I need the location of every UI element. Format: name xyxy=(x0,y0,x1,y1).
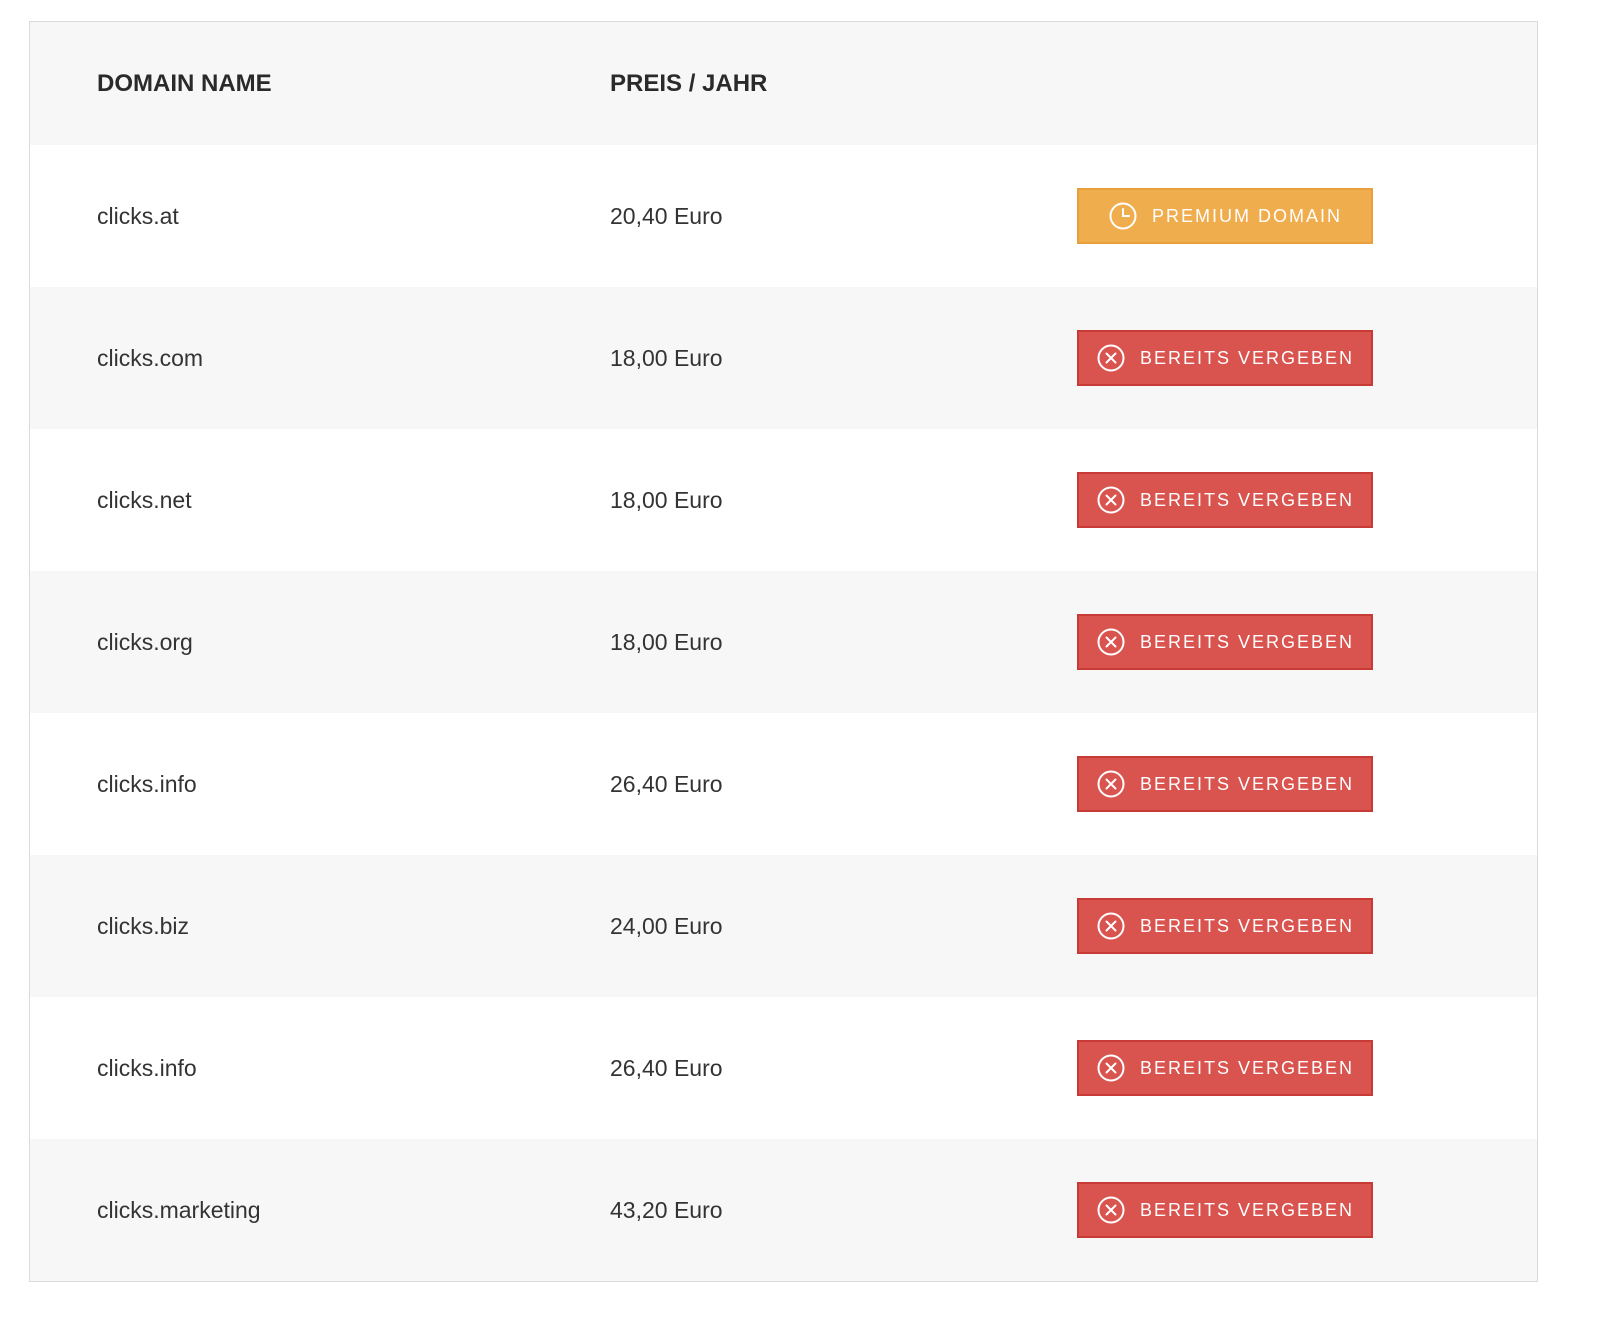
column-header-domain: DOMAIN NAME xyxy=(97,70,272,97)
x-circle-icon xyxy=(1096,1195,1126,1225)
already-taken-button[interactable]: BEREITS VERGEBEN xyxy=(1077,330,1373,386)
price-cell: 18,00 Euro xyxy=(610,629,723,655)
table-row: clicks.info 26,40 Euro BEREITS VERGEBEN xyxy=(30,713,1537,855)
x-circle-icon xyxy=(1096,343,1126,373)
x-circle-icon xyxy=(1096,911,1126,941)
domain-table: DOMAIN NAME PREIS / JAHR clicks.at 20,40 … xyxy=(29,21,1538,1282)
column-header-price: PREIS / JAHR xyxy=(610,70,768,97)
status-label: BEREITS VERGEBEN xyxy=(1139,631,1355,652)
price-cell: 26,40 Euro xyxy=(610,1055,723,1081)
already-taken-button[interactable]: BEREITS VERGEBEN xyxy=(1077,756,1373,812)
table-row: clicks.com 18,00 Euro BEREITS VERGEBEN xyxy=(30,287,1537,429)
table-row: clicks.at 20,40 Euro PREMIUM DOMAIN xyxy=(30,145,1537,287)
domain-name-cell: clicks.marketing xyxy=(97,1197,261,1223)
status-label: BEREITS VERGEBEN xyxy=(1139,1199,1355,1220)
domain-name-cell: clicks.info xyxy=(97,771,197,797)
domain-name-cell: clicks.at xyxy=(97,203,179,229)
table-row: clicks.biz 24,00 Euro BEREITS VERGEBEN xyxy=(30,855,1537,997)
table-row: clicks.net 18,00 Euro BEREITS VERGEBEN xyxy=(30,429,1537,571)
table-row: clicks.org 18,00 Euro BEREITS VERGEBEN xyxy=(30,571,1537,713)
x-circle-icon xyxy=(1096,1053,1126,1083)
domain-name-cell: clicks.org xyxy=(97,629,193,655)
already-taken-button[interactable]: BEREITS VERGEBEN xyxy=(1077,614,1373,670)
price-cell: 20,40 Euro xyxy=(610,203,723,229)
already-taken-button[interactable]: BEREITS VERGEBEN xyxy=(1077,472,1373,528)
x-circle-icon xyxy=(1096,769,1126,799)
price-cell: 43,20 Euro xyxy=(610,1197,723,1223)
premium-domain-button[interactable]: PREMIUM DOMAIN xyxy=(1077,188,1373,244)
price-cell: 18,00 Euro xyxy=(610,487,723,513)
already-taken-button[interactable]: BEREITS VERGEBEN xyxy=(1077,1182,1373,1238)
table-header: DOMAIN NAME PREIS / JAHR xyxy=(30,22,1537,145)
price-cell: 18,00 Euro xyxy=(610,345,723,371)
price-cell: 26,40 Euro xyxy=(610,771,723,797)
table-row: clicks.marketing 43,20 Euro BEREITS VERGEB… xyxy=(30,1139,1537,1281)
status-label: BEREITS VERGEBEN xyxy=(1139,489,1355,510)
table-body: clicks.at 20,40 Euro PREMIUM DOMAIN clicks.… xyxy=(30,145,1537,1281)
already-taken-button[interactable]: BEREITS VERGEBEN xyxy=(1077,1040,1373,1096)
x-circle-icon xyxy=(1096,627,1126,657)
x-circle-icon xyxy=(1096,485,1126,515)
domain-name-cell: clicks.info xyxy=(97,1055,197,1081)
table-row: clicks.info 26,40 Euro BEREITS VERGEBEN xyxy=(30,997,1537,1139)
domain-name-cell: clicks.net xyxy=(97,487,192,513)
already-taken-button[interactable]: BEREITS VERGEBEN xyxy=(1077,898,1373,954)
domain-name-cell: clicks.biz xyxy=(97,913,190,939)
status-label: BEREITS VERGEBEN xyxy=(1139,915,1355,936)
status-label: BEREITS VERGEBEN xyxy=(1139,1057,1355,1078)
price-cell: 24,00 Euro xyxy=(610,913,723,939)
clock-icon xyxy=(1108,201,1138,231)
domain-name-cell: clicks.com xyxy=(97,345,204,371)
status-label: BEREITS VERGEBEN xyxy=(1139,773,1355,794)
status-label: BEREITS VERGEBEN xyxy=(1139,347,1355,368)
status-label: PREMIUM DOMAIN xyxy=(1152,205,1342,226)
